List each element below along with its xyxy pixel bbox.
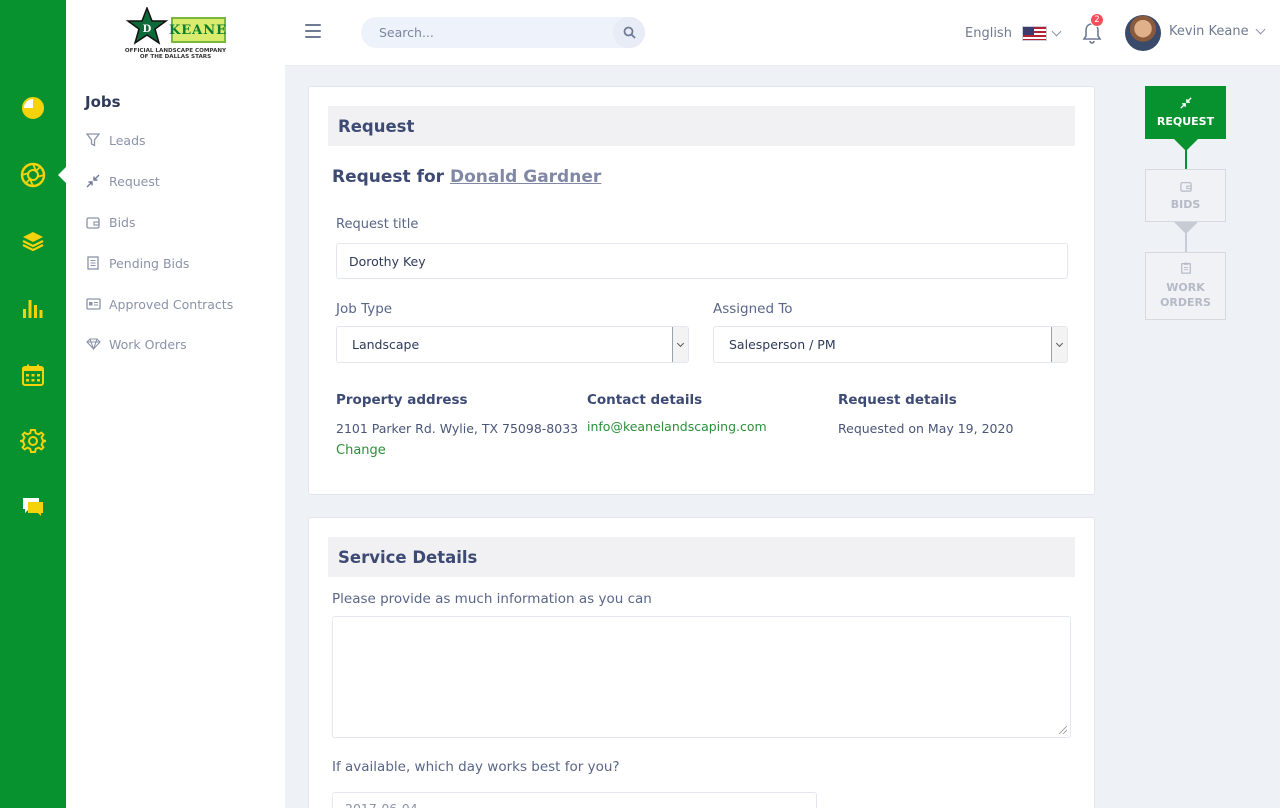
language-selector[interactable]: English <box>965 23 1062 43</box>
wallet-icon <box>1179 181 1192 192</box>
chevron-down-icon <box>1051 26 1062 36</box>
id-card-icon <box>85 296 101 312</box>
property-address-label: Property address <box>336 392 468 408</box>
icon-rail <box>0 0 67 808</box>
step-connector <box>1185 233 1187 253</box>
service-info-label: Please provide as much information as yo… <box>332 591 652 607</box>
wallet-icon <box>85 214 101 230</box>
user-menu[interactable]: Kevin Keane <box>1169 24 1266 39</box>
us-flag-icon <box>1021 25 1047 41</box>
brand-logo[interactable]: D KEANE OFFICIAL LANDSCAPE COMPANY OF TH… <box>66 0 285 66</box>
step-request[interactable]: REQUEST <box>1145 86 1226 139</box>
diamond-icon <box>85 336 101 352</box>
sidebar-item-approved-contracts[interactable]: Approved Contracts <box>85 293 233 315</box>
step-bids[interactable]: BIDS <box>1145 169 1226 222</box>
resize-handle[interactable] <box>1059 726 1067 734</box>
card-title: Service Details <box>328 537 1075 577</box>
bar-chart-icon[interactable] <box>0 288 66 328</box>
sidebar-title: Jobs <box>85 93 121 111</box>
gear-icon[interactable] <box>0 421 66 461</box>
job-type-label: Job Type <box>336 301 393 317</box>
assigned-to-select[interactable]: Salesperson / PM <box>713 326 1068 363</box>
svg-text:D: D <box>142 24 151 35</box>
notification-badge: 2 <box>1090 13 1104 27</box>
top-bar: English 2 Kevin Keane <box>285 0 1280 66</box>
request-card: Request Request for Donald Gardner Reque… <box>308 86 1095 495</box>
chevron-down-icon <box>1051 327 1067 362</box>
chat-icon[interactable] <box>0 487 66 527</box>
search-box <box>361 17 645 48</box>
jobs-sidebar: Jobs Leads Request Bids Pending Bids App… <box>66 66 285 808</box>
collapse-arrows-icon <box>1179 97 1192 109</box>
service-details-textarea[interactable] <box>332 616 1071 738</box>
clipboard-icon <box>1180 262 1191 274</box>
calendar-icon[interactable] <box>0 355 66 395</box>
change-address-link[interactable]: Change <box>336 443 386 458</box>
step-connector <box>1185 150 1187 170</box>
request-title-label: Request title <box>336 217 419 232</box>
preferred-day-label: If available, which day works best for y… <box>332 759 620 775</box>
request-title-input[interactable]: Dorothy Key <box>336 243 1068 279</box>
layers-icon[interactable] <box>0 221 66 261</box>
chevron-down-icon <box>672 327 688 362</box>
collapse-arrows-icon <box>85 173 101 189</box>
card-title: Request <box>328 106 1075 146</box>
search-button[interactable] <box>613 17 645 48</box>
search-input[interactable] <box>361 17 611 48</box>
preferred-date-input[interactable]: 2017-06-04 <box>332 792 817 808</box>
sidebar-item-bids[interactable]: Bids <box>85 211 136 233</box>
request-details-label: Request details <box>838 392 957 408</box>
star-logo-icon: D <box>125 7 168 45</box>
assigned-to-label: Assigned To <box>713 301 793 317</box>
sidebar-item-work-orders[interactable]: Work Orders <box>85 333 187 355</box>
sidebar-item-request[interactable]: Request <box>85 170 160 192</box>
request-heading: Request for Donald Gardner <box>332 167 602 187</box>
request-date-value: Requested on May 19, 2020 <box>838 421 1014 436</box>
property-address-value: 2101 Parker Rd. Wylie, TX 75098-8033 <box>336 421 579 436</box>
funnel-icon <box>85 132 101 148</box>
pie-chart-icon[interactable] <box>0 88 66 128</box>
contact-details-label: Contact details <box>587 392 703 408</box>
sidebar-item-pending-bids[interactable]: Pending Bids <box>85 252 189 274</box>
sidebar-item-leads[interactable]: Leads <box>85 129 146 151</box>
contact-email-link[interactable]: info@keanelandscaping.com <box>587 419 767 434</box>
keane-logo: KEANE <box>169 17 226 43</box>
step-work-orders[interactable]: WORK ORDERS <box>1145 252 1226 320</box>
search-icon <box>623 26 636 39</box>
chevron-down-icon <box>1255 24 1266 35</box>
job-type-select[interactable]: Landscape <box>336 326 689 363</box>
service-details-card: Service Details Please provide as much i… <box>308 517 1095 808</box>
aperture-icon[interactable] <box>0 155 66 195</box>
menu-toggle-icon[interactable] <box>305 24 321 40</box>
client-link[interactable]: Donald Gardner <box>450 167 601 187</box>
logo-caption: OFFICIAL LANDSCAPE COMPANY OF THE DALLAS… <box>124 48 227 60</box>
document-icon <box>85 255 101 271</box>
avatar[interactable] <box>1125 15 1161 51</box>
